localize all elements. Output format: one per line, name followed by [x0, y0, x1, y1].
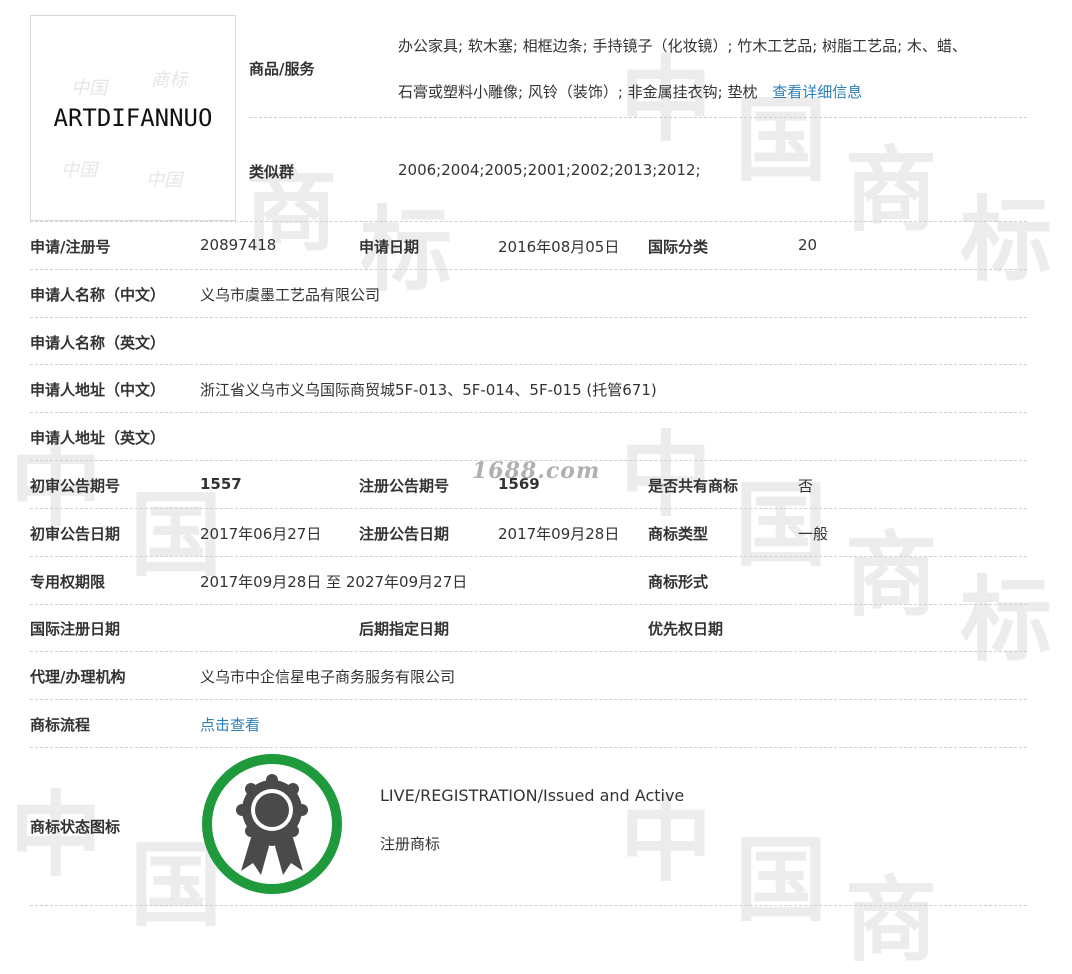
- separator: [30, 905, 1027, 906]
- goods-label: 商品/服务: [249, 60, 315, 78]
- tm-form-label: 商标形式: [648, 573, 709, 591]
- shared-value: 否: [798, 477, 814, 495]
- view-process-link[interactable]: 点击查看: [200, 714, 260, 735]
- separator: [249, 117, 1027, 118]
- intl-class-label: 国际分类: [648, 238, 709, 256]
- trademark-logo-image: 中国 商标 中国 中国 ARTDIFANNUO: [30, 15, 236, 221]
- separator: [30, 604, 1027, 605]
- separator: [30, 747, 1027, 748]
- goods-line-2: 石膏或塑料小雕像; 风铃（装饰）; 非金属挂衣钩; 垫枕 查看详细信息: [398, 81, 862, 102]
- later-date-label: 后期指定日期: [359, 620, 450, 638]
- exclusive-term-value: 2017年09月28日 至 2027年09月27日: [200, 573, 468, 591]
- intl-class-value: 20: [798, 236, 818, 254]
- tm-type-label: 商标类型: [648, 525, 709, 543]
- similar-group-value: 2006;2004;2005;2001;2002;2013;2012;: [398, 161, 701, 179]
- prelim-issue-label: 初审公告期号: [30, 477, 121, 495]
- reg-date-value: 2017年09月28日: [498, 525, 620, 543]
- applicant-cn-label: 申请人名称（中文）: [30, 286, 166, 304]
- reg-issue-label: 注册公告期号: [359, 477, 450, 495]
- logo-wordmark: ARTDIFANNUO: [53, 104, 213, 132]
- prelim-issue-value: 1557: [200, 475, 242, 493]
- address-cn-value: 浙江省义乌市义乌国际商贸城5F-013、5F-014、5F-015 (托管671…: [200, 381, 657, 399]
- reg-no-label: 申请/注册号: [30, 238, 111, 256]
- intl-reg-date-label: 国际注册日期: [30, 620, 121, 638]
- separator: [30, 317, 1027, 318]
- similar-group-label: 类似群: [249, 163, 295, 181]
- separator: [30, 651, 1027, 652]
- apply-date-label: 申请日期: [359, 238, 420, 256]
- agent-value: 义乌市中企信星电子商务服务有限公司: [200, 668, 456, 686]
- shared-label: 是否共有商标: [648, 477, 739, 495]
- apply-date-value: 2016年08月05日: [498, 238, 620, 256]
- exclusive-term-label: 专用权期限: [30, 573, 106, 591]
- separator: [30, 412, 1027, 413]
- reg-date-label: 注册公告日期: [359, 525, 450, 543]
- tm-type-value: 一般: [798, 525, 829, 543]
- prelim-date-value: 2017年06月27日: [200, 525, 322, 543]
- view-details-link[interactable]: 查看详细信息: [772, 83, 862, 101]
- priority-date-label: 优先权日期: [648, 620, 724, 638]
- separator: [30, 699, 1027, 700]
- site-watermark: 1688.com: [472, 458, 601, 484]
- address-en-label: 申请人地址（英文）: [30, 429, 166, 447]
- separator: [30, 221, 1027, 222]
- award-ribbon-icon: [201, 753, 343, 895]
- reg-no-value: 20897418: [200, 236, 277, 254]
- status-label: 商标状态图标: [30, 818, 121, 836]
- separator: [30, 269, 1027, 270]
- separator: [30, 364, 1027, 365]
- applicant-cn-value: 义乌市虞墨工艺品有限公司: [200, 286, 381, 304]
- address-cn-label: 申请人地址（中文）: [30, 381, 166, 399]
- goods-line-1: 办公家具; 软木塞; 相框边条; 手持镜子（化妆镜）; 竹木工艺品; 树脂工艺品…: [398, 37, 967, 55]
- applicant-en-label: 申请人名称（英文）: [30, 334, 166, 352]
- prelim-date-label: 初审公告日期: [30, 525, 121, 543]
- goods-text: 石膏或塑料小雕像; 风铃（装饰）; 非金属挂衣钩; 垫枕: [398, 83, 758, 101]
- separator: [30, 556, 1027, 557]
- separator: [30, 508, 1027, 509]
- agent-label: 代理/办理机构: [30, 668, 126, 686]
- status-text-en: LIVE/REGISTRATION/Issued and Active: [380, 786, 685, 805]
- status-text-cn: 注册商标: [380, 835, 441, 853]
- process-label: 商标流程: [30, 716, 91, 734]
